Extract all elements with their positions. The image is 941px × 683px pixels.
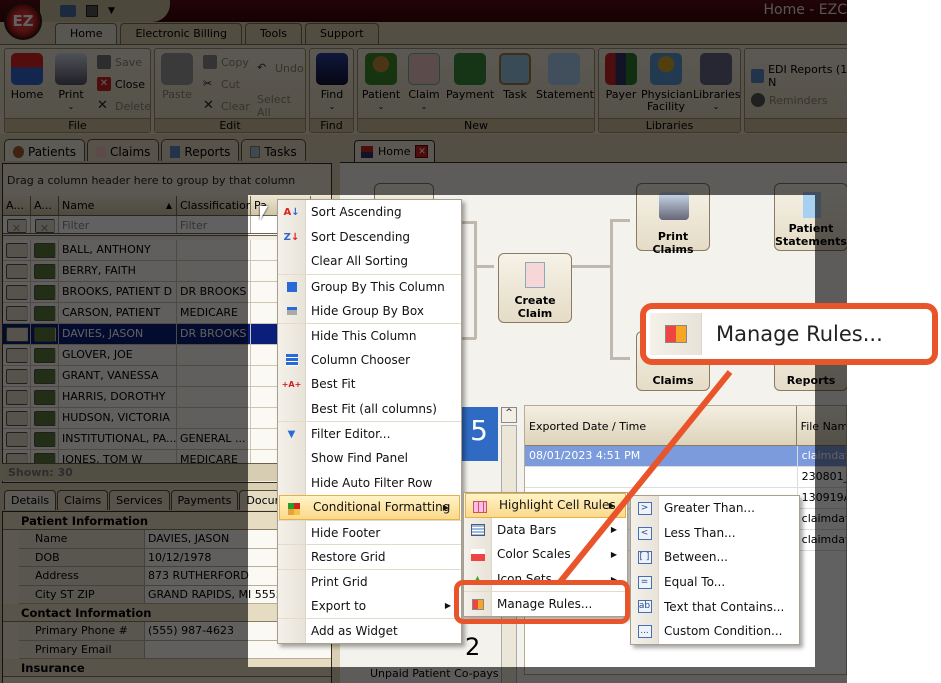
menu-item-label: Conditional Formatting [313, 500, 451, 515]
menu-item-label: Sort Ascending [311, 205, 402, 220]
menu-item-label: Highlight Cell Rules [499, 498, 616, 513]
menu-item-hide-footer[interactable]: Hide Footer [278, 519, 461, 545]
dim-overlay [0, 195, 248, 683]
menu-item-label: Custom Condition... [664, 624, 783, 639]
manage-rules-icon [664, 325, 687, 343]
mouse-cursor-icon [260, 206, 268, 220]
table-row[interactable]: 230801_ [525, 467, 846, 488]
column-header-exported-date[interactable]: Exported Date / Time [525, 406, 797, 445]
menu-item-label: Between... [664, 550, 728, 565]
menu-item-data-bars[interactable]: Data Bars ▶ [464, 518, 627, 543]
menu-item-clear-all-sorting[interactable]: Clear All Sorting [278, 249, 461, 274]
sort-descending-icon: Z ↓ [283, 231, 300, 243]
dim-overlay [0, 0, 847, 195]
menu-item-label: Column Chooser [311, 352, 411, 367]
group-by-icon [284, 280, 299, 295]
menu-item-label: Less Than... [664, 525, 736, 540]
hide-group-box-icon [284, 303, 299, 318]
menu-item-label: Show Find Panel [311, 451, 408, 466]
menu-item-greater-than[interactable]: > Greater Than... [631, 496, 799, 521]
menu-item-filter-editor[interactable]: ▼ Filter Editor... [278, 421, 461, 446]
menu-item-label: Hide Footer [311, 525, 381, 540]
menu-item-label: Data Bars [497, 522, 557, 537]
menu-item-conditional-formatting[interactable]: Conditional Formatting ▶ [279, 495, 460, 520]
menu-item-label: Export to [311, 598, 367, 613]
menu-item-label: Best Fit (all columns) [311, 402, 437, 417]
export-table-header: Exported Date / Time File Name [525, 406, 846, 446]
menu-item-label: Hide This Column [311, 328, 417, 343]
manage-rules-callout: Manage Rules... [640, 303, 938, 365]
menu-item-restore-grid[interactable]: Restore Grid [278, 544, 461, 569]
menu-item-label: Hide Group By Box [311, 303, 424, 318]
condition-icon: ... [637, 624, 652, 639]
menu-item-label: Best Fit [311, 377, 356, 392]
data-bars-icon [470, 523, 485, 538]
count-badge-2: 2 [465, 633, 481, 661]
dim-overlay [248, 667, 847, 683]
menu-item-between[interactable]: [ ] Between... [631, 545, 799, 570]
condition-icon: > [637, 501, 652, 516]
submenu-arrow-icon: ▶ [442, 502, 449, 512]
menu-item-best-fit[interactable]: +A+ Best Fit [278, 372, 461, 397]
menu-item-hide-group-by-box[interactable]: Hide Group By Box [278, 298, 461, 323]
conditional-formatting-icon [286, 501, 301, 516]
claim-icon [525, 262, 545, 288]
menu-item-label: Add as Widget [311, 623, 398, 638]
column-chooser-icon [284, 353, 299, 368]
condition-icon: [ ] [637, 550, 652, 565]
dim-overlay [815, 195, 847, 667]
table-row[interactable]: 08/01/2023 4:51 PMclaimdat. [525, 446, 846, 467]
menu-item-label: Restore Grid [311, 550, 386, 565]
sort-ascending-icon: A ↓ [283, 207, 300, 218]
condition-icon: = [637, 575, 652, 590]
menu-item-best-fit-all-columns[interactable]: Best Fit (all columns) [278, 397, 461, 422]
menu-item-label: Group By This Column [311, 279, 445, 294]
best-fit-icon: +A+ [281, 380, 302, 390]
menu-item-label: Print Grid [311, 574, 368, 589]
menu-item-hide-this-column[interactable]: Hide This Column [278, 322, 461, 348]
menu-item-label: Greater Than... [664, 501, 755, 516]
menu-item-label: Text that Contains... [664, 599, 785, 614]
submenu-arrow-icon: ▶ [610, 549, 617, 559]
menu-item-export-to[interactable]: Export to ▶ [278, 594, 461, 619]
menu-item-text-that-contains[interactable]: ab Text that Contains... [631, 594, 799, 619]
menu-item-custom-condition[interactable]: ... Custom Condition... [631, 619, 799, 644]
menu-item-group-by-this-column[interactable]: Group By This Column [278, 273, 461, 299]
menu-item-label: Filter Editor... [311, 427, 391, 442]
menu-item-less-than[interactable]: < Less Than... [631, 521, 799, 546]
condition-icon: < [637, 526, 652, 541]
scroll-up-button[interactable]: ^ [501, 407, 517, 423]
menu-item-label: Hide Auto Filter Row [311, 475, 433, 490]
submenu-arrow-icon: ▶ [610, 525, 617, 535]
filter-icon: ▼ [287, 429, 296, 441]
menu-item-sort-descending[interactable]: Z ↓ Sort Descending [278, 225, 461, 250]
color-scales-icon [470, 547, 485, 562]
menu-item-label: Equal To... [664, 575, 726, 590]
menu-item-show-find-panel[interactable]: Show Find Panel [278, 446, 461, 471]
manage-rules-highlight-box [454, 580, 630, 624]
count-badge-5: 5 [460, 407, 498, 461]
menu-item-equal-to[interactable]: = Equal To... [631, 570, 799, 595]
printer-icon [659, 192, 689, 220]
cell-exported-date [525, 467, 797, 487]
menu-item-label: Clear All Sorting [311, 254, 409, 269]
submenu-arrow-icon: ▶ [608, 500, 615, 510]
cell-exported-date: 08/01/2023 4:51 PM [529, 449, 641, 462]
menu-item-add-as-widget[interactable]: Add as Widget [278, 618, 461, 643]
column-context-menu: A ↓ Sort Ascending Z ↓ Sort Descending Clear A… [277, 199, 462, 644]
menu-item-color-scales[interactable]: Color Scales ▶ [464, 542, 627, 567]
menu-item-label: Sort Descending [311, 229, 411, 244]
condition-icon: ab [637, 600, 652, 614]
menu-item-label: Color Scales [497, 547, 571, 562]
menu-item-hide-auto-filter-row[interactable]: Hide Auto Filter Row [278, 471, 461, 496]
callout-label: Manage Rules... [716, 322, 883, 346]
menu-item-highlight-cell-rules[interactable]: Highlight Cell Rules ▶ [465, 493, 626, 518]
create-claim-box[interactable]: Create Claim [498, 253, 572, 323]
highlight-cell-rules-submenu: > Greater Than... < Less Than... [ ] Between.… [630, 495, 800, 645]
highlight-cell-rules-icon [472, 499, 487, 514]
submenu-arrow-icon: ▶ [444, 601, 451, 611]
menu-item-sort-ascending[interactable]: A ↓ Sort Ascending [278, 200, 461, 225]
menu-item-print-grid[interactable]: Print Grid [278, 568, 461, 594]
menu-item-column-chooser[interactable]: Column Chooser [278, 348, 461, 373]
